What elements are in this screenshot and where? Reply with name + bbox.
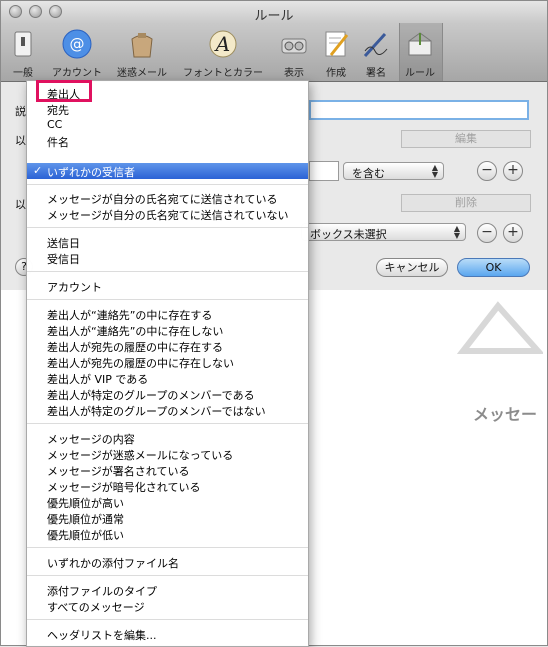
menu-item-sender-is-vip[interactable]: 差出人が VIP である <box>47 371 148 387</box>
menu-item-cc[interactable]: CC <box>47 118 62 131</box>
menu-item-any-recipient[interactable]: ✓ いずれかの受信者 <box>27 163 308 179</box>
remove-action-button[interactable]: − <box>477 223 497 243</box>
preferences-toolbar: 一般 @ アカウント 迷惑メール A フォントとカラー 表示 作成 署名 ルール <box>1 23 547 82</box>
menu-item-account[interactable]: アカウント <box>47 279 102 295</box>
menu-separator <box>27 227 308 228</box>
signature-pen-icon <box>361 29 391 59</box>
tab-composing[interactable]: 作成 <box>319 29 353 79</box>
pencil-note-icon <box>321 29 351 59</box>
action-target-select[interactable]: ボックス未選択 ▲ ▼ <box>301 223 466 241</box>
tab-signatures[interactable]: 署名 <box>359 29 393 79</box>
menu-item-sender-group-member[interactable]: 差出人が特定のグループのメンバーである <box>47 387 255 403</box>
window-title: ルール <box>254 9 294 24</box>
menu-item-date-sent[interactable]: 送信日 <box>47 235 80 251</box>
condition-value-field[interactable] <box>309 161 339 181</box>
menu-item-not-sent-to-me[interactable]: メッセージが自分の氏名宛てに送信されていない <box>47 207 288 223</box>
empty-message-text: メッセー <box>473 405 538 424</box>
menu-item-edit-header-list[interactable]: ヘッダリストを編集... <box>47 627 157 643</box>
menu-item-is-signed[interactable]: メッセージが署名されている <box>47 463 189 479</box>
menu-separator <box>27 619 308 620</box>
menu-item-sender-not-in-contacts[interactable]: 差出人が“連絡先”の中に存在しない <box>47 323 223 339</box>
menu-item-priority-high[interactable]: 優先順位が高い <box>47 495 124 511</box>
menu-item-date-received[interactable]: 受信日 <box>47 251 80 267</box>
condition-label: 以 <box>15 134 26 147</box>
menu-item-attachment-type[interactable]: 添付ファイルのタイプ <box>47 583 157 599</box>
remove-condition-button[interactable]: − <box>477 161 497 181</box>
add-action-button[interactable]: + <box>503 223 523 243</box>
glasses-icon <box>279 29 309 59</box>
menu-separator <box>27 575 308 576</box>
operator-select[interactable]: を含む ▲ ▼ <box>343 162 444 180</box>
menu-item-every-message[interactable]: すべてのメッセージ <box>47 599 145 615</box>
menu-item-sent-to-me[interactable]: メッセージが自分の氏名宛てに送信されている <box>47 191 277 207</box>
tab-rules[interactable]: ルール <box>401 29 439 79</box>
svg-text:@: @ <box>70 35 85 53</box>
tab-viewing[interactable]: 表示 <box>277 29 311 79</box>
menu-item-is-junk[interactable]: メッセージが迷惑メールになっている <box>47 447 233 463</box>
menu-item-to[interactable]: 宛先 <box>47 102 69 118</box>
at-sign-icon: @ <box>62 29 92 59</box>
annotation-highlight-box <box>36 80 92 102</box>
cancel-button[interactable]: キャンセル <box>376 258 448 277</box>
menu-item-subject[interactable]: 件名 <box>47 134 69 150</box>
add-condition-button[interactable]: + <box>503 161 523 181</box>
menu-item-priority-normal[interactable]: 優先順位が通常 <box>47 511 124 527</box>
condition-field-menu: 差出人 宛先 CC 件名 ✓ いずれかの受信者 メッセージが自分の氏名宛てに送信… <box>26 80 309 647</box>
description-field[interactable] <box>309 100 529 120</box>
envelope-rules-icon <box>405 29 435 59</box>
tab-general[interactable]: 一般 <box>5 29 41 79</box>
action-label: 以 <box>15 198 26 211</box>
tab-accounts[interactable]: @ アカウント <box>45 29 109 79</box>
menu-separator <box>27 271 308 272</box>
edit-button[interactable]: 編集 <box>401 130 531 148</box>
ok-button[interactable]: OK <box>457 258 530 277</box>
envelope-watermark-icon <box>456 301 543 354</box>
delete-button[interactable]: 削除 <box>401 194 531 212</box>
trash-bag-icon <box>127 29 157 59</box>
menu-item-message-content[interactable]: メッセージの内容 <box>47 431 135 447</box>
menu-separator <box>27 547 308 548</box>
font-icon: A <box>208 29 238 59</box>
menu-item-sender-not-in-previous[interactable]: 差出人が宛先の履歴の中に存在しない <box>47 355 234 371</box>
tab-junk-mail[interactable]: 迷惑メール <box>113 29 171 79</box>
title-bar: ルール <box>1 1 547 24</box>
menu-item-priority-low[interactable]: 優先順位が低い <box>47 527 124 543</box>
svg-text:A: A <box>214 32 230 56</box>
menu-item-attachment-name[interactable]: いずれかの添付ファイル名 <box>47 555 179 571</box>
checkmark-icon: ✓ <box>33 164 43 177</box>
menu-item-is-encrypted[interactable]: メッセージが暗号化されている <box>47 479 200 495</box>
menu-item-sender-in-previous[interactable]: 差出人が宛先の履歴の中に存在する <box>47 339 223 355</box>
menu-separator <box>27 184 308 185</box>
menu-separator <box>27 423 308 424</box>
menu-separator <box>27 299 308 300</box>
description-label: 説 <box>15 105 26 118</box>
tab-fonts-colors[interactable]: A フォントとカラー <box>175 29 271 79</box>
menu-item-sender-in-contacts[interactable]: 差出人が“連絡先”の中に存在する <box>47 307 212 323</box>
switch-icon <box>8 29 38 59</box>
menu-item-sender-not-group-member[interactable]: 差出人が特定のグループのメンバーではない <box>47 403 266 419</box>
